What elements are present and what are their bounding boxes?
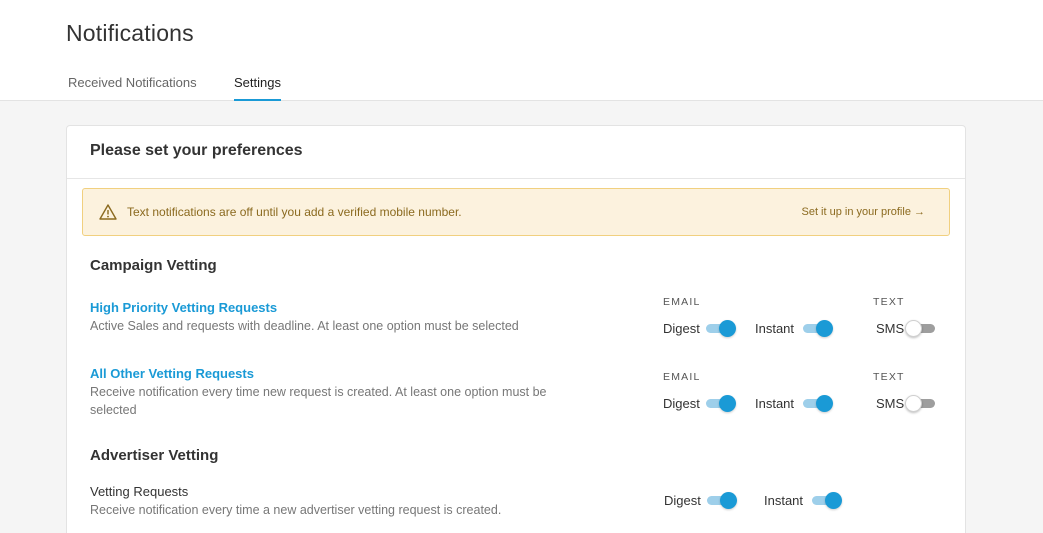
digest-label: Digest (663, 321, 700, 336)
tab-received-notifications[interactable]: Received Notifications (68, 75, 197, 96)
toggle-knob (720, 492, 737, 509)
high-priority-vetting-desc: Active Sales and requests with deadline.… (90, 319, 519, 333)
digest-label: Digest (664, 493, 701, 508)
text-column-label: TEXT (873, 371, 905, 383)
profile-setup-link[interactable]: Set it up in your profile → (801, 206, 925, 218)
high-priority-digest-toggle[interactable] (704, 319, 736, 337)
instant-label: Instant (755, 396, 795, 411)
all-other-instant-toggle[interactable] (801, 394, 833, 412)
page-title: Notifications (66, 20, 194, 46)
toggle-knob (905, 320, 922, 337)
all-other-vetting-desc: Receive notification every time new requ… (90, 385, 547, 417)
sms-label: SMS (876, 321, 905, 336)
card-title: Please set your preferences (90, 142, 303, 159)
sms-warning-alert: Text notifications are off until you add… (82, 188, 950, 236)
page-header: Notifications Received Notifications Set… (0, 0, 1043, 101)
advertiser-instant-toggle[interactable] (810, 491, 842, 509)
section-title-campaign-vetting: Campaign Vetting (90, 257, 217, 274)
toggle-knob (816, 320, 833, 337)
all-other-vetting-title[interactable]: All Other Vetting Requests (90, 366, 254, 381)
toggle-knob (825, 492, 842, 509)
advertiser-digest-toggle[interactable] (705, 491, 737, 509)
preferences-card: Please set your preferences Text notific… (66, 125, 966, 533)
email-column-label: EMAIL (663, 371, 701, 383)
sms-label: SMS (876, 396, 905, 411)
text-column-label: TEXT (873, 296, 905, 308)
warning-triangle-icon (99, 204, 117, 220)
vetting-requests-desc: Receive notification every time a new ad… (90, 503, 502, 517)
high-priority-vetting-title[interactable]: High Priority Vetting Requests (90, 300, 277, 315)
section-title-advertiser-vetting: Advertiser Vetting (90, 447, 219, 464)
vetting-requests-title: Vetting Requests (90, 484, 189, 499)
toggle-knob (905, 395, 922, 412)
toggle-knob (816, 395, 833, 412)
high-priority-sms-toggle[interactable] (905, 319, 937, 337)
instant-label: Instant (755, 321, 795, 336)
alert-message: Text notifications are off until you add… (127, 205, 462, 219)
card-divider (67, 178, 965, 179)
toggle-knob (719, 395, 736, 412)
high-priority-instant-toggle[interactable] (801, 319, 833, 337)
toggle-knob (719, 320, 736, 337)
all-other-sms-toggle[interactable] (905, 394, 937, 412)
instant-label: Instant (764, 493, 804, 508)
tab-settings[interactable]: Settings (234, 75, 281, 101)
email-column-label: EMAIL (663, 296, 701, 308)
digest-label: Digest (663, 396, 700, 411)
all-other-digest-toggle[interactable] (704, 394, 736, 412)
